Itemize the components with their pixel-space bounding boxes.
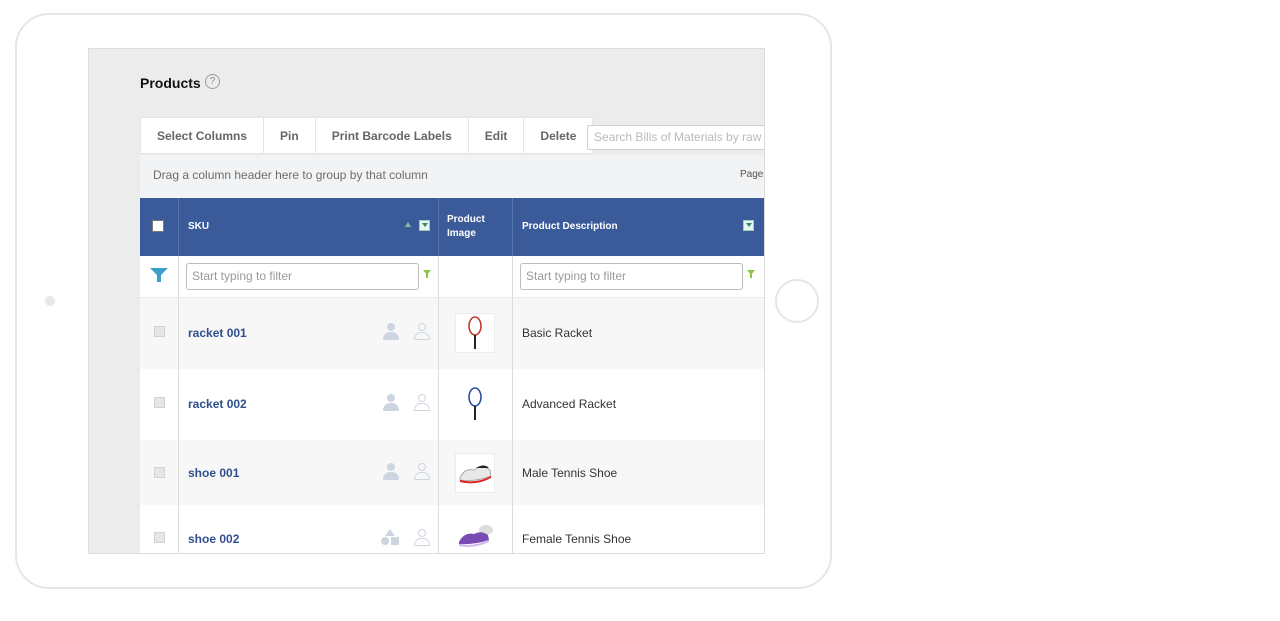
column-divider	[178, 440, 179, 505]
products-grid: SKU Product Image Product Description St…	[140, 198, 764, 553]
select-columns-button[interactable]: Select Columns	[140, 117, 265, 154]
filter-row: Start typing to filter Start typing to f…	[140, 256, 764, 298]
user-filled-icon[interactable]	[383, 463, 399, 481]
row-checkbox[interactable]	[154, 467, 165, 478]
help-icon[interactable]: ?	[205, 74, 220, 89]
column-divider	[438, 440, 439, 505]
product-image-red-white-tennis-shoe	[455, 453, 495, 493]
product-description: Basic Racket	[522, 326, 593, 340]
header-divider	[512, 198, 513, 256]
user-outline-icon[interactable]	[414, 463, 430, 481]
table-row[interactable]: shoe 001 Male Tennis Shoe	[140, 440, 764, 505]
search-input[interactable]: Search Bills of Materials by raw	[587, 125, 764, 150]
column-divider	[512, 298, 513, 369]
column-header-product-description[interactable]: Product Description	[522, 221, 618, 232]
column-divider	[512, 505, 513, 553]
tablet-home-button	[775, 279, 819, 323]
column-divider	[178, 505, 179, 553]
description-filter-input[interactable]: Start typing to filter	[520, 263, 743, 290]
sort-ascending-icon[interactable]	[405, 222, 411, 227]
description-column-menu-icon[interactable]	[743, 220, 754, 231]
product-image-purple-tennis-shoe	[455, 517, 495, 553]
tablet-camera	[45, 296, 55, 306]
sku-link[interactable]: racket 001	[188, 326, 247, 340]
group-by-bar[interactable]: Drag a column header here to group by th…	[140, 155, 764, 198]
edit-button[interactable]: Edit	[468, 117, 525, 154]
description-filter-options-icon[interactable]	[747, 270, 755, 279]
tennis-racket-icon	[468, 387, 482, 420]
user-filled-icon[interactable]	[383, 323, 399, 341]
sku-filter-options-icon[interactable]	[423, 270, 431, 279]
tennis-shoe-icon	[459, 465, 492, 484]
column-header-product-image-line2: Image	[447, 228, 476, 239]
row-checkbox[interactable]	[154, 532, 165, 543]
select-all-checkbox[interactable]	[152, 220, 164, 232]
tennis-shoe-icon	[459, 525, 493, 547]
page-label: Page	[740, 169, 764, 180]
sku-column-menu-icon[interactable]	[419, 220, 430, 231]
row-checkbox[interactable]	[154, 326, 165, 337]
column-divider	[178, 256, 179, 297]
column-divider	[512, 440, 513, 505]
print-barcode-labels-button[interactable]: Print Barcode Labels	[315, 117, 469, 154]
toolbar: Select Columns Pin Print Barcode Labels …	[140, 117, 594, 154]
product-description: Female Tennis Shoe	[522, 532, 632, 546]
group-by-hint: Drag a column header here to group by th…	[153, 168, 428, 182]
delete-button[interactable]: Delete	[524, 117, 594, 154]
product-description: Advanced Racket	[522, 397, 617, 411]
row-checkbox[interactable]	[154, 397, 165, 408]
header-divider	[438, 198, 439, 256]
sku-link[interactable]: shoe 001	[188, 466, 239, 480]
column-divider	[438, 298, 439, 369]
grid-header: SKU Product Image Product Description	[140, 198, 764, 256]
column-header-product-image[interactable]: Product Image	[447, 213, 485, 241]
table-row[interactable]: racket 001 Basic Racket	[140, 298, 764, 369]
user-outline-icon[interactable]	[414, 394, 430, 412]
table-row[interactable]: shoe 002 Female Tennis Shoe	[140, 505, 764, 553]
tennis-racket-icon	[468, 316, 482, 349]
table-row[interactable]: racket 002 Advanced Racket	[140, 369, 764, 440]
page-title: Products	[140, 75, 201, 91]
header-divider	[178, 198, 179, 256]
user-outline-icon[interactable]	[414, 323, 430, 341]
filter-funnel-icon[interactable]	[150, 268, 168, 282]
user-outline-icon[interactable]	[414, 529, 430, 547]
product-description: Male Tennis Shoe	[522, 466, 618, 480]
product-image-blue-tennis-racket	[455, 384, 495, 424]
shapes-icon[interactable]	[381, 529, 399, 545]
column-divider	[512, 369, 513, 440]
column-header-product-image-line1: Product	[447, 214, 485, 225]
product-image-red-tennis-racket	[455, 313, 495, 353]
column-divider	[178, 298, 179, 369]
sku-link[interactable]: racket 002	[188, 397, 247, 411]
column-divider	[512, 256, 513, 297]
column-divider	[178, 369, 179, 440]
sku-filter-input[interactable]: Start typing to filter	[186, 263, 419, 290]
column-header-sku[interactable]: SKU	[188, 221, 209, 232]
column-divider	[438, 369, 439, 440]
user-filled-icon[interactable]	[383, 394, 399, 412]
column-divider	[438, 256, 439, 297]
sku-link[interactable]: shoe 002	[188, 532, 239, 546]
pin-button[interactable]: Pin	[264, 117, 316, 154]
column-divider	[438, 505, 439, 553]
app-screen: Products ? Select Columns Pin Print Barc…	[88, 48, 765, 554]
